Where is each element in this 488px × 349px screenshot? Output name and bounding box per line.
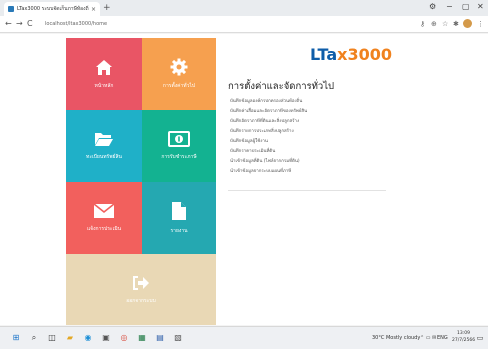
tile-settings-label: การตั้งค่าทั่วไป bbox=[162, 83, 196, 89]
notification-icon[interactable]: ▭ bbox=[474, 332, 486, 344]
new-tab-button[interactable]: + bbox=[103, 2, 111, 14]
tile-register-label: ทะเบียนทรัพย์สิน bbox=[86, 154, 122, 160]
reload-button[interactable]: C bbox=[27, 19, 33, 29]
settings-menu: บันทึกข้อมูลองค์กรปกครองส่วนท้องถิ่น บัน… bbox=[230, 97, 307, 177]
language-indicator[interactable]: ENG bbox=[437, 334, 448, 342]
money-icon bbox=[168, 131, 190, 147]
clock[interactable]: 13:09 27/7/2566 bbox=[452, 330, 475, 344]
tile-payment[interactable]: การรับชำระภาษี bbox=[142, 110, 216, 182]
tile-report[interactable]: รายงาน bbox=[142, 182, 216, 254]
chrome-icon[interactable]: ◎ bbox=[118, 332, 130, 344]
maximize-button[interactable]: ▢ bbox=[462, 2, 470, 12]
menu-icon[interactable]: ⋮ bbox=[477, 20, 484, 29]
settings-icon[interactable]: ⚙ bbox=[429, 2, 436, 12]
tile-report-label: รายงาน bbox=[170, 228, 188, 234]
key-icon[interactable]: ⚷ bbox=[420, 20, 425, 29]
minimize-button[interactable]: − bbox=[446, 2, 453, 12]
logout-icon bbox=[133, 275, 149, 290]
tile-payment-label: การรับชำระภาษี bbox=[161, 154, 197, 160]
weather-widget[interactable]: 30°C Mostly cloudy bbox=[372, 334, 420, 342]
excel-icon[interactable]: ▦ bbox=[136, 332, 148, 344]
close-window-button[interactable]: ✕ bbox=[477, 2, 484, 12]
zoom-icon[interactable]: ⊕ bbox=[431, 20, 437, 29]
menu-item-import-land[interactable]: นำเข้าข้อมูลที่ดิน (ไฟล์จากกรมที่ดิน) bbox=[230, 157, 307, 167]
tab-title: LTax3000 ระบบจัดเก็บภาษีท้องถิ่น bbox=[17, 6, 89, 12]
tray-icons[interactable]: ⌃ ▭ ✉ bbox=[420, 334, 436, 342]
menu-item-organization[interactable]: บันทึกข้อมูลองค์กรปกครองส่วนท้องถิ่น bbox=[230, 97, 307, 107]
clock-time: 13:09 bbox=[457, 331, 471, 336]
forward-button[interactable]: → bbox=[16, 19, 23, 29]
home-icon bbox=[96, 59, 112, 75]
browser-tab-strip: LTax3000 ระบบจัดเก็บภาษีท้องถิ่น × + ⚙ −… bbox=[0, 0, 488, 16]
back-button[interactable]: ← bbox=[5, 19, 12, 29]
edge-icon[interactable]: ◉ bbox=[82, 332, 94, 344]
menu-item-building-type[interactable]: บันทึกรายการประเภทสิ่งปลูกสร้าง bbox=[230, 127, 307, 137]
clock-date: 27/7/2566 bbox=[452, 338, 476, 343]
taskbar: ⊞ ⌕ ◫ ▰ ◉ ▣ ◎ ▦ ▤ ▧ 30°C Mostly cloudy ⌃… bbox=[0, 326, 488, 349]
menu-item-depreciation[interactable]: บันทึกค่าเสื่อมและอัตราภาษีของทรัพย์สิน bbox=[230, 107, 307, 117]
tile-register[interactable]: ทะเบียนทรัพย์สิน bbox=[66, 110, 142, 182]
gear-icon bbox=[170, 58, 188, 76]
tile-home-label: หน้าหลัก bbox=[94, 82, 114, 89]
tile-settings[interactable]: การตั้งค่าทั่วไป bbox=[142, 38, 216, 110]
extensions-icon[interactable]: ✱ bbox=[453, 20, 459, 29]
folder-icon bbox=[95, 133, 113, 146]
page-title: การตั้งค่าและจัดการทั่วไป bbox=[228, 81, 335, 92]
search-icon[interactable]: ⌕ bbox=[28, 332, 40, 344]
document-icon bbox=[172, 202, 186, 220]
address-bar-row: ← → C localhost/ltax3000/home ⚷ ⊕ ☆ ✱ ⋮ bbox=[0, 16, 488, 33]
tile-notice[interactable]: แจ้งการประเมิน bbox=[66, 182, 142, 254]
settings-panel: LTax3000 การตั้งค่าและจัดการทั่วไป บันทึ… bbox=[216, 34, 400, 325]
divider bbox=[228, 190, 386, 191]
file-explorer-icon[interactable]: ▰ bbox=[64, 332, 76, 344]
word-icon[interactable]: ▤ bbox=[154, 332, 166, 344]
bookmark-star-icon[interactable]: ☆ bbox=[442, 20, 448, 29]
menu-item-import-map[interactable]: นำเข้าข้อมูลจากระบบแผนที่ภาษี bbox=[230, 167, 307, 177]
windows-icon[interactable]: ⊞ bbox=[10, 332, 22, 344]
tile-notice-label: แจ้งการประเมิน bbox=[86, 226, 122, 232]
envelope-icon bbox=[93, 203, 115, 218]
favicon-icon bbox=[8, 6, 14, 12]
task-view-icon[interactable]: ◫ bbox=[46, 332, 58, 344]
menu-item-users[interactable]: บันทึกข้อมูลผู้ใช้งาน bbox=[230, 137, 307, 147]
tile-home[interactable]: หน้าหลัก bbox=[66, 38, 142, 110]
menu-item-land-price[interactable]: บันทึกราคาประเมินที่ดิน bbox=[230, 147, 307, 157]
tile-logout-label: ออกจากระบบ bbox=[126, 297, 156, 304]
profile-avatar[interactable] bbox=[463, 19, 472, 28]
ltax3000-logo: LTax3000 bbox=[309, 45, 392, 64]
tab-close-icon[interactable]: × bbox=[91, 6, 96, 13]
url-input[interactable]: localhost/ltax3000/home bbox=[40, 19, 400, 30]
store-icon[interactable]: ▣ bbox=[100, 332, 112, 344]
app-icon[interactable]: ▧ bbox=[172, 332, 184, 344]
web-page: หน้าหลัก การตั้งค่าทั่วไป ทะเบียนทรัพย์ส… bbox=[0, 34, 488, 325]
tile-logout[interactable]: ออกจากระบบ bbox=[66, 254, 216, 325]
browser-tab[interactable]: LTax3000 ระบบจัดเก็บภาษีท้องถิ่น × bbox=[4, 2, 100, 16]
screen: LTax3000 ระบบจัดเก็บภาษีท้องถิ่น × + ⚙ −… bbox=[0, 0, 488, 349]
menu-item-tax-rate[interactable]: บันทึกอัตราภาษีที่ดินและสิ่งปลูกสร้าง bbox=[230, 117, 307, 127]
